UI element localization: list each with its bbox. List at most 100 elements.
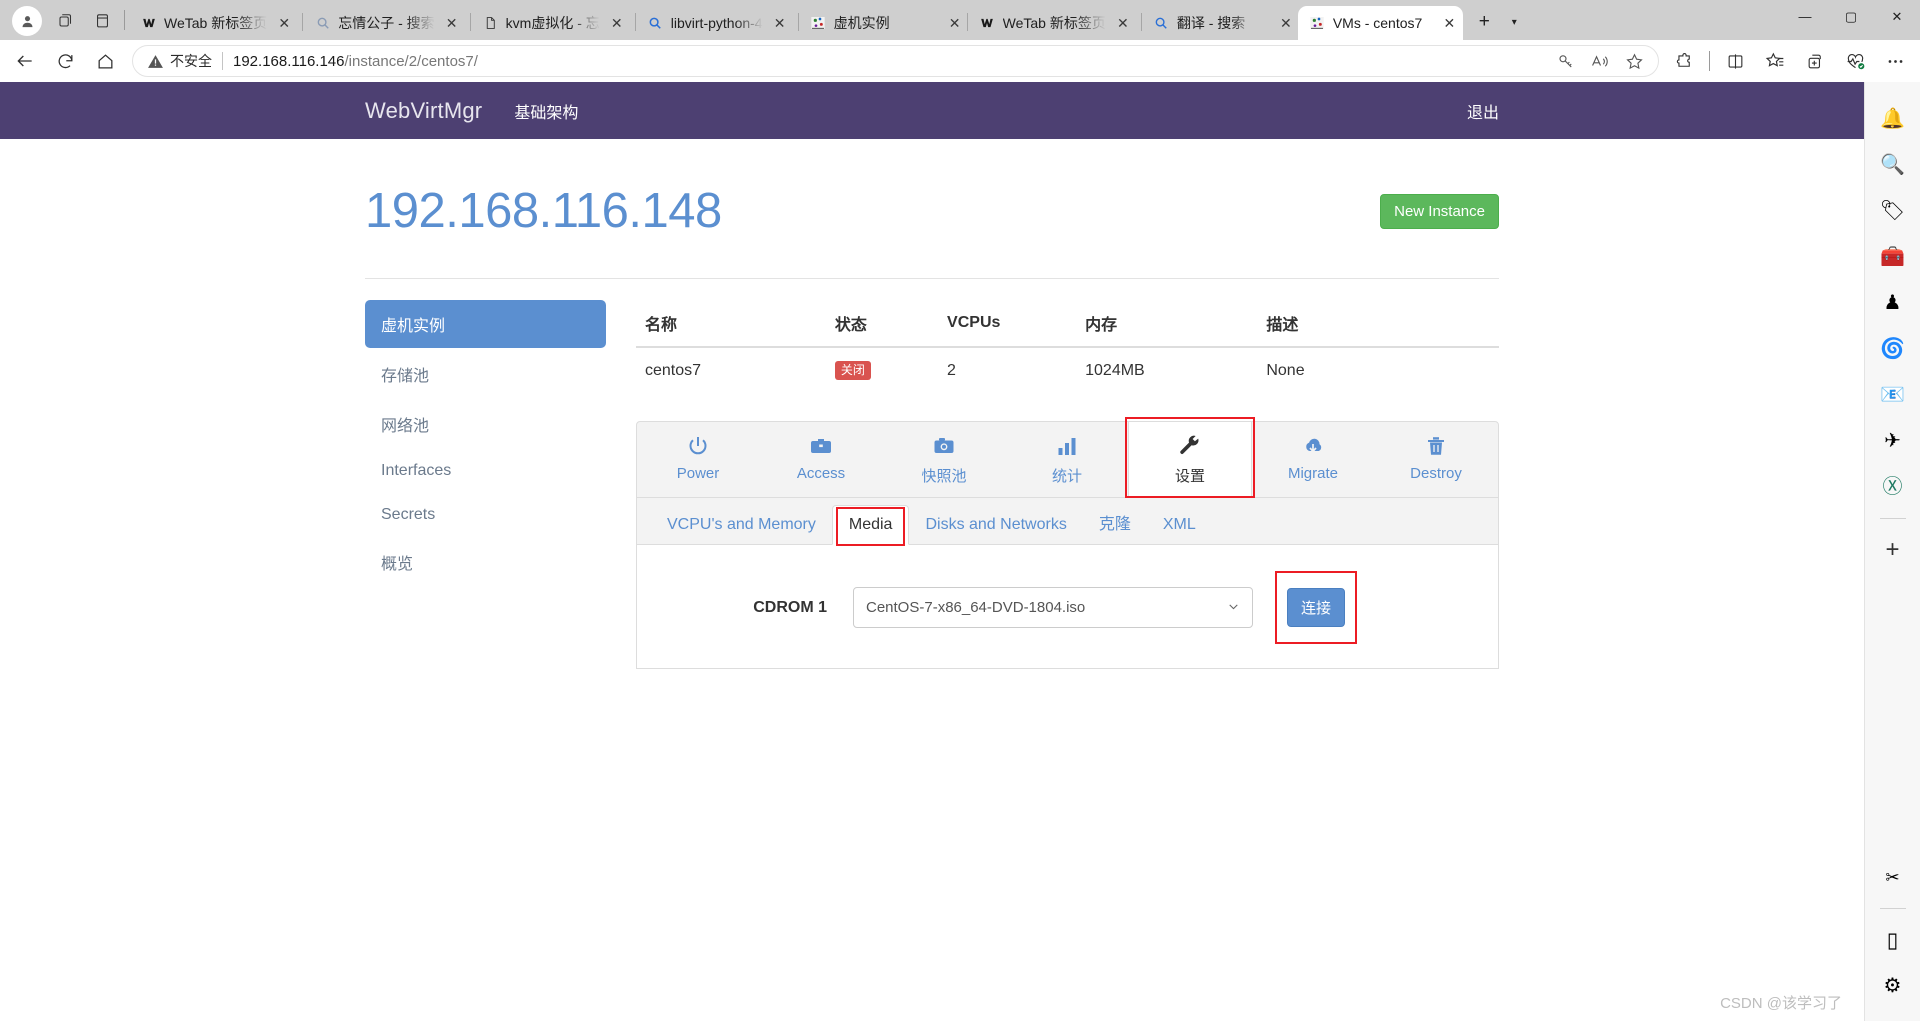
connect-button[interactable]: 连接 [1287, 588, 1346, 628]
browser-tab[interactable]: 翻译 - 搜索 ✕ [1142, 6, 1298, 40]
tab-close-button[interactable]: ✕ [945, 13, 965, 33]
tab-close-button[interactable]: ✕ [607, 13, 627, 33]
browser-tab[interactable]: WeTab 新标签页 ✕ [968, 6, 1141, 40]
microsoft365-icon[interactable]: 🌀 [1873, 326, 1913, 372]
outlook-glyph: 📧 [1880, 384, 1905, 406]
subtab-disks-networks[interactable]: Disks and Networks [909, 506, 1082, 544]
tab-stats[interactable]: 统计 [1006, 422, 1129, 497]
back-arrow-icon[interactable] [6, 44, 44, 78]
browser-tab[interactable]: libvirt-python-4 ✕ [636, 6, 798, 40]
omnibox-divider [222, 52, 223, 70]
read-aloud-icon[interactable] [1584, 46, 1616, 76]
address-bar[interactable]: 不安全 192.168.116.146/instance/2/centos7/ [132, 45, 1659, 77]
refresh-icon[interactable] [46, 44, 84, 78]
tab-close-button[interactable]: ✕ [770, 13, 790, 33]
browser-essentials-icon[interactable] [1836, 44, 1874, 78]
cell-instance-name[interactable]: centos7 [636, 346, 826, 394]
cell-instance-memory: 1024MB [1076, 346, 1258, 394]
th-memory: 内存 [1076, 300, 1258, 348]
sidebar-item-network-pools[interactable]: 网络池 [365, 400, 606, 448]
cdrom-iso-select[interactable]: CentOS-7-x86_64-DVD-1804.iso [853, 587, 1253, 629]
key-icon[interactable] [1550, 46, 1582, 76]
favorite-star-icon[interactable] [1618, 46, 1650, 76]
sidebar-item-storage-pools[interactable]: 存储池 [365, 350, 606, 398]
window-minimize-button[interactable]: — [1782, 0, 1828, 33]
app-navbar: WebVirtMgr 基础架构 退出 [0, 82, 1864, 139]
sidebar: 虚机实例 存储池 网络池 Interfaces Secrets 概览 [365, 300, 621, 669]
search-icon [1153, 15, 1170, 32]
browser-tab[interactable]: 虚机实例 ✕ [799, 6, 967, 40]
browser-tab[interactable]: WeTab 新标签页 ✕ [129, 6, 302, 40]
collections-icon[interactable] [1796, 44, 1834, 78]
sidebar-item-instances[interactable]: 虚机实例 [365, 300, 606, 348]
xmind-icon[interactable]: Ⓧ [1873, 464, 1913, 510]
nav-logout-link[interactable]: 退出 [1467, 99, 1499, 123]
sidebar-settings-icon[interactable]: ⚙ [1873, 963, 1913, 1009]
tab-destroy-label: Destroy [1410, 465, 1462, 483]
favorites-icon[interactable] [1756, 44, 1794, 78]
watermark: CSDN @该学习了 [1720, 995, 1842, 1012]
subtab-clone[interactable]: 克隆 [1083, 506, 1147, 544]
window-close-button[interactable]: ✕ [1874, 0, 1920, 33]
wetab-icon [979, 15, 996, 32]
home-icon[interactable] [86, 44, 124, 78]
new-instance-button[interactable]: New Instance [1380, 193, 1499, 229]
tab-vertical-icon[interactable] [84, 2, 120, 38]
tab-list-menu-button[interactable]: ▾ [1501, 7, 1527, 37]
tab-close-button[interactable]: ✕ [1276, 13, 1296, 33]
tab-migrate[interactable]: Migrate [1252, 422, 1375, 497]
trash-icon [1375, 434, 1497, 460]
tab-close-button[interactable]: ✕ [274, 13, 294, 33]
sidebar-item-interfaces[interactable]: Interfaces [365, 450, 606, 492]
sidebar-item-secrets[interactable]: Secrets [365, 494, 606, 536]
sidebar-item-overview[interactable]: 概览 [365, 538, 606, 586]
microsoft365-glyph: 🌀 [1880, 338, 1905, 360]
browser-tab[interactable]: kvm虚拟化 - 忘 ✕ [471, 6, 635, 40]
cell-instance-vcpus: 2 [938, 346, 1077, 394]
th-description: 描述 [1257, 300, 1499, 348]
app-brand[interactable]: WebVirtMgr [365, 98, 482, 124]
tab-access-label: Access [796, 465, 846, 483]
cell-instance-description: None [1257, 346, 1499, 394]
tab-access[interactable]: Access [760, 422, 883, 497]
page-icon [482, 15, 499, 32]
tab-snapshots[interactable]: 快照池 [883, 422, 1006, 497]
tab-collections-icon[interactable] [48, 2, 84, 38]
url-host: 192.168.116.146 [233, 52, 345, 70]
stats-icon [1006, 434, 1128, 460]
subtab-xml[interactable]: XML [1147, 506, 1212, 544]
tab-destroy[interactable]: Destroy [1375, 422, 1498, 497]
shopping-tag-icon[interactable]: 🏷 [1873, 188, 1913, 234]
subtab-vcpu-memory[interactable]: VCPU's and Memory [651, 506, 832, 544]
tab-close-button[interactable]: ✕ [1113, 13, 1133, 33]
tab-settings[interactable]: 设置 [1125, 417, 1255, 499]
search-icon[interactable]: 🔍 [1873, 142, 1913, 188]
table-row[interactable]: centos7 关闭 2 1024MB None [636, 346, 1499, 394]
window-maximize-button[interactable]: ▢ [1828, 0, 1874, 33]
split-screen-icon[interactable] [1716, 44, 1754, 78]
subtab-media[interactable]: Media [831, 505, 910, 546]
games-icon[interactable]: ♟ [1873, 280, 1913, 326]
cdrom-iso-selected-value: CentOS-7-x86_64-DVD-1804.iso [866, 599, 1086, 617]
browser-tab-active[interactable]: VMs - centos7 ✕ [1297, 6, 1464, 40]
tab-migrate-label: Migrate [1287, 465, 1339, 483]
new-tab-button[interactable]: + [1469, 7, 1499, 37]
screenshot-snip-icon[interactable]: ✂ [1873, 854, 1913, 900]
nav-item-infrastructure[interactable]: 基础架构 [514, 99, 578, 123]
tab-power[interactable]: Power [637, 422, 760, 497]
toolbox-icon[interactable]: 🧰 [1873, 234, 1913, 280]
settings-more-icon[interactable] [1876, 44, 1914, 78]
telegram-icon[interactable]: ✈ [1873, 418, 1913, 464]
add-app-icon[interactable]: + [1873, 527, 1913, 573]
tab-close-button[interactable]: ✕ [1439, 13, 1459, 33]
sidebar-settings-glyph: ⚙ [1883, 975, 1902, 997]
xmind-glyph: Ⓧ [1882, 476, 1903, 498]
profile-avatar[interactable] [12, 6, 42, 36]
outlook-icon[interactable]: 📧 [1873, 372, 1913, 418]
browser-tab[interactable]: 忘情公子 - 搜索 ✕ [303, 6, 469, 40]
site-security-indicator[interactable]: 不安全 [147, 51, 212, 71]
sidebar-toggle-icon[interactable]: ▯ [1873, 917, 1913, 963]
copilot-bell-icon[interactable]: 🔔 [1873, 96, 1913, 142]
tab-close-button[interactable]: ✕ [442, 13, 462, 33]
extensions-icon[interactable] [1665, 44, 1703, 78]
